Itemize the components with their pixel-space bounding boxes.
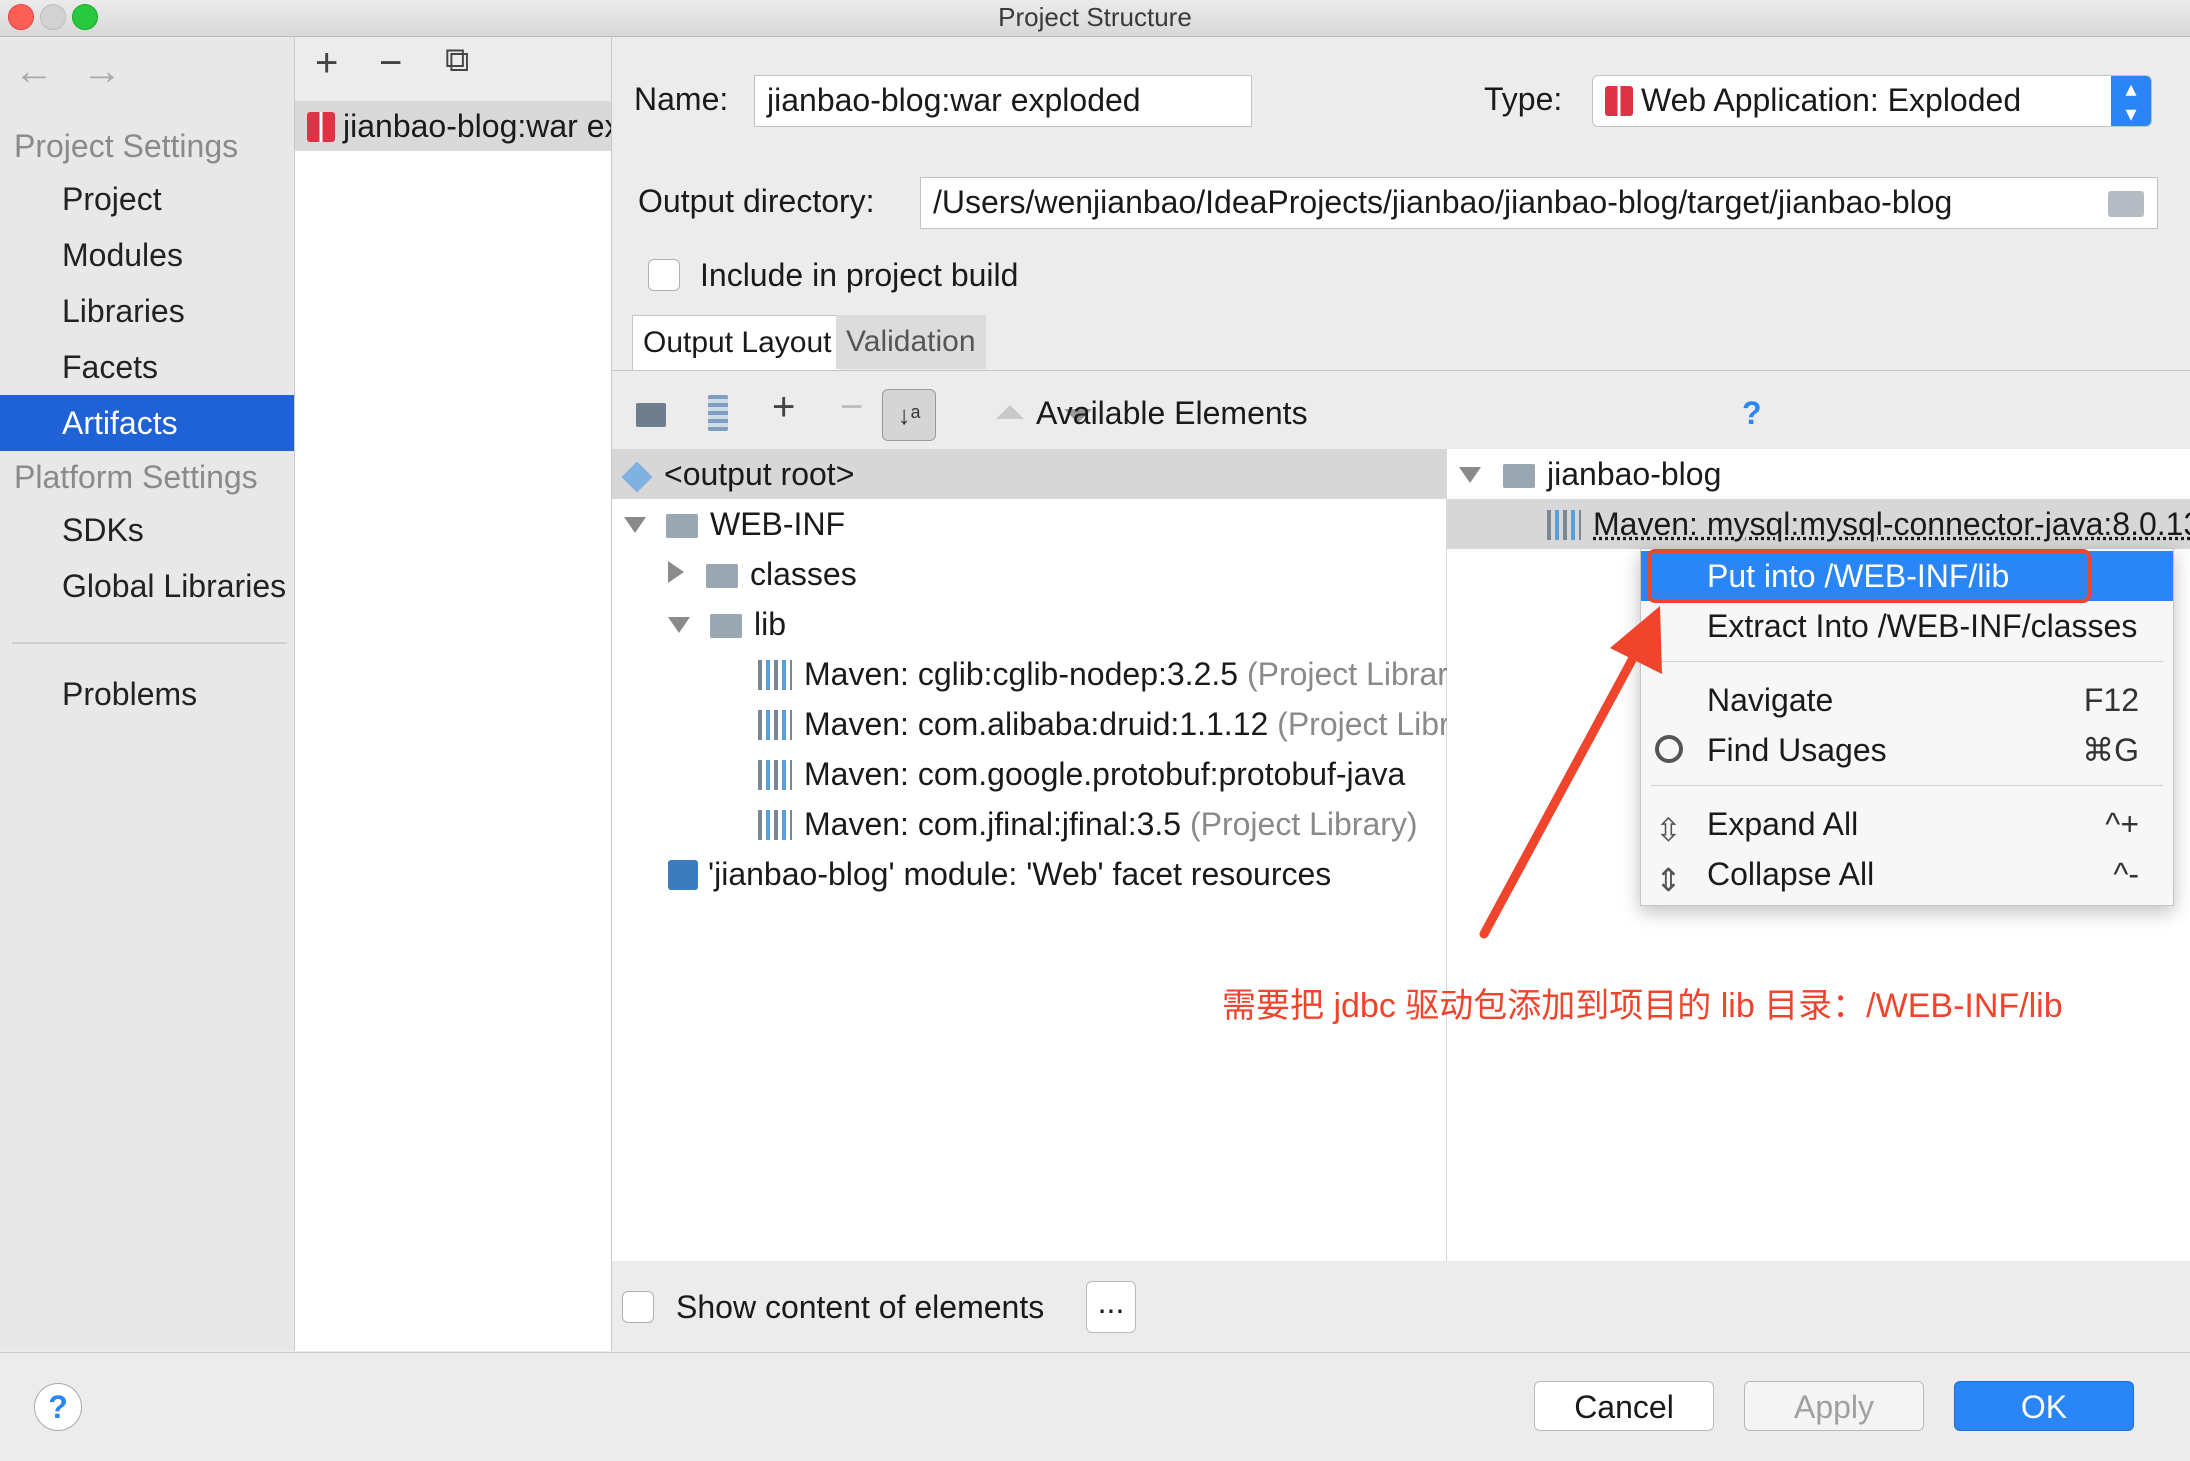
sidebar-item-problems[interactable]: Problems <box>0 666 294 722</box>
type-select[interactable]: Web Application: Exploded ▴ ▾ <box>1592 75 2152 127</box>
library-icon <box>758 660 792 690</box>
sidebar-item-libraries[interactable]: Libraries <box>0 283 294 339</box>
menu-separator <box>1651 785 2163 786</box>
tree-row-library[interactable]: Maven: cglib:cglib-nodep:3.2.5 (Project … <box>758 649 1475 699</box>
apply-button[interactable]: Apply <box>1744 1381 1924 1431</box>
artifacts-toolbar: + − ⧉ <box>295 37 611 102</box>
menu-item-expand-all[interactable]: ⇳ Expand All ^+ <box>1641 799 2173 849</box>
back-arrow-icon[interactable]: ← <box>14 49 54 94</box>
output-layout-tree: <output root> WEB-INF classes lib Maven:… <box>612 449 1505 1261</box>
tree-row-library[interactable]: Maven: com.alibaba:druid:1.1.12 (Project… <box>758 699 1505 749</box>
new-directory-icon[interactable] <box>636 403 666 427</box>
sidebar-divider <box>12 642 287 644</box>
create-archive-icon[interactable] <box>708 395 728 431</box>
add-artifact-icon[interactable]: + <box>315 41 338 86</box>
include-in-build-checkbox[interactable] <box>648 259 680 291</box>
dialog-button-bar: ? Cancel Apply OK <box>0 1352 2190 1461</box>
folder-icon <box>666 514 698 538</box>
sort-elements-icon[interactable]: ↓ᵃ <box>882 389 936 441</box>
sidebar-item-sdks[interactable]: SDKs <box>0 502 294 558</box>
library-icon <box>758 760 792 790</box>
output-directory-field[interactable]: /Users/wenjianbao/IdeaProjects/jianbao/j… <box>920 177 2158 229</box>
annotation-text: 需要把 jdbc 驱动包添加到项目的 lib 目录：/WEB-INF/lib <box>1222 987 2063 1025</box>
library-icon <box>1547 510 1581 540</box>
output-directory-label: Output directory: <box>638 183 875 219</box>
move-up-triangle-icon[interactable] <box>996 405 1024 419</box>
help-button[interactable]: ? <box>34 1383 82 1431</box>
artifacts-list-panel: + − ⧉ jianbao-blog:war exploded <box>295 37 612 1351</box>
expand-arrow-icon[interactable] <box>624 517 646 533</box>
ok-button[interactable]: OK <box>1954 1381 2134 1431</box>
add-copy-icon[interactable]: + <box>772 385 795 430</box>
remove-artifact-icon[interactable]: − <box>379 41 402 86</box>
expand-arrow-icon[interactable] <box>1459 467 1481 483</box>
type-label: Type: <box>1484 81 1563 117</box>
title-bar: Project Structure <box>0 0 2190 37</box>
sidebar-item-facets[interactable]: Facets <box>0 339 294 395</box>
annotation-arrow <box>1479 606 1662 939</box>
context-menu: Put into /WEB-INF/lib Extract Into /WEB-… <box>1640 548 2174 906</box>
web-facet-icon <box>668 860 698 890</box>
war-artifact-icon <box>307 112 335 142</box>
available-elements-label: Available Elements <box>1036 395 1308 431</box>
menu-item-collapse-all[interactable]: ⇕ Collapse All ^- <box>1641 849 2173 899</box>
sidebar-item-global-libraries[interactable]: Global Libraries <box>0 558 294 614</box>
tree-row-mysql-connector[interactable]: Maven: mysql:mysql-connector-java:8.0.13 <box>1447 499 2190 549</box>
library-icon <box>758 810 792 840</box>
folder-browse-icon[interactable] <box>2108 191 2144 217</box>
tree-row-library[interactable]: Maven: com.jfinal:jfinal:3.5 (Project Li… <box>758 799 1418 849</box>
collapse-arrow-icon[interactable] <box>668 561 684 583</box>
sidebar-item-project[interactable]: Project <box>0 171 294 227</box>
menu-item-navigate[interactable]: Navigate F12 <box>1641 675 2173 725</box>
tree-row-classes[interactable]: classes <box>668 549 857 599</box>
settings-sidebar: ← → Project Settings Project Modules Lib… <box>0 37 295 1351</box>
platform-settings-header: Platform Settings <box>14 459 258 495</box>
help-question-icon[interactable]: ? <box>1742 395 1762 432</box>
sidebar-item-modules[interactable]: Modules <box>0 227 294 283</box>
show-content-options-button[interactable]: ... <box>1086 1281 1136 1333</box>
forward-arrow-icon[interactable]: → <box>82 49 122 94</box>
tree-row-jianbao-blog[interactable]: jianbao-blog <box>1459 449 1721 499</box>
tree-row-lib[interactable]: lib <box>668 599 786 649</box>
tree-row-output-root[interactable]: <output root> <box>612 449 1446 499</box>
tree-row-facet-resources[interactable]: 'jianbao-blog' module: 'Web' facet resou… <box>668 849 1331 899</box>
name-field[interactable]: jianbao-blog:war exploded <box>754 75 1252 127</box>
tree-row-library[interactable]: Maven: com.google.protobuf:protobuf-java <box>758 749 1405 799</box>
module-folder-icon <box>1503 464 1535 488</box>
name-label: Name: <box>634 81 729 117</box>
tree-row-web-inf[interactable]: WEB-INF <box>624 499 845 549</box>
menu-item-find-usages[interactable]: Find Usages ⌘G <box>1641 725 2173 775</box>
highlight-box <box>1647 549 2091 603</box>
folder-icon <box>710 614 742 638</box>
output-root-icon <box>621 461 653 493</box>
tab-output-layout[interactable]: Output Layout <box>632 315 843 370</box>
menu-separator <box>1651 661 2163 662</box>
copy-artifact-icon[interactable]: ⧉ <box>445 41 469 80</box>
tab-divider <box>612 370 2190 371</box>
select-stepper-icon: ▴ ▾ <box>2111 76 2151 126</box>
war-type-icon <box>1605 86 1633 116</box>
library-icon <box>758 710 792 740</box>
window-title: Project Structure <box>998 2 1192 32</box>
cancel-button[interactable]: Cancel <box>1534 1381 1714 1431</box>
tab-validation[interactable]: Validation <box>836 315 986 369</box>
artifact-list-item[interactable]: jianbao-blog:war exploded <box>295 101 611 151</box>
show-content-checkbox[interactable] <box>622 1291 654 1323</box>
remove-element-icon[interactable]: − <box>840 385 863 430</box>
sidebar-item-artifacts[interactable]: Artifacts <box>0 395 294 451</box>
folder-icon <box>706 564 738 588</box>
show-content-label: Show content of elements <box>676 1289 1045 1325</box>
include-in-build-label: Include in project build <box>700 257 1019 293</box>
menu-item-extract-into-classes[interactable]: Extract Into /WEB-INF/classes <box>1641 601 2173 651</box>
project-settings-header: Project Settings <box>14 128 239 164</box>
expand-arrow-icon[interactable] <box>668 617 690 633</box>
